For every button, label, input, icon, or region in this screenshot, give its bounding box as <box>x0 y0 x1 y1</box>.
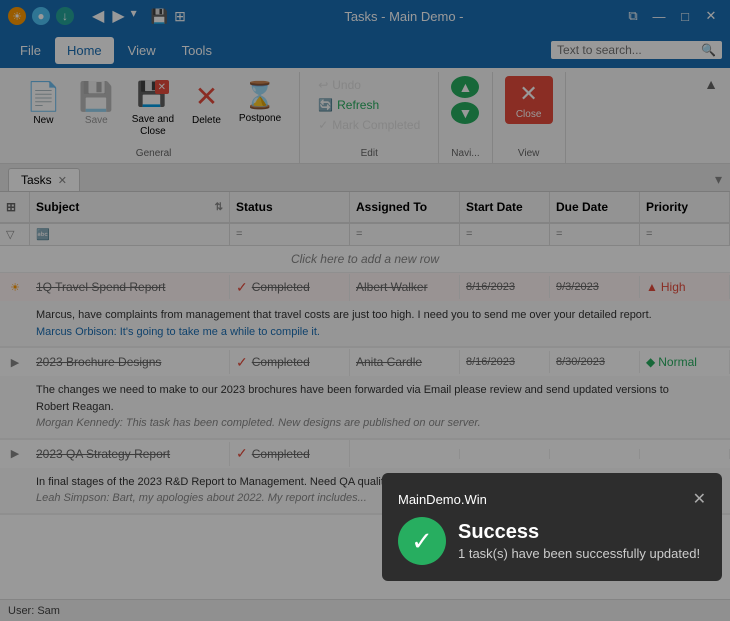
modal-body: ✓ Success 1 task(s) have been successful… <box>398 517 706 565</box>
modal-success-title: Success <box>458 521 700 544</box>
modal-overlay: MainDemo.Win ✕ ✓ Success 1 task(s) have … <box>0 0 730 621</box>
modal-header: MainDemo.Win ✕ <box>398 489 706 509</box>
modal-close-button[interactable]: ✕ <box>693 489 706 509</box>
modal-box: MainDemo.Win ✕ ✓ Success 1 task(s) have … <box>382 473 722 581</box>
modal-title: MainDemo.Win <box>398 492 487 507</box>
modal-text: Success 1 task(s) have been successfully… <box>458 521 700 561</box>
modal-success-icon: ✓ <box>398 517 446 565</box>
modal-success-message: 1 task(s) have been successfully updated… <box>458 546 700 561</box>
